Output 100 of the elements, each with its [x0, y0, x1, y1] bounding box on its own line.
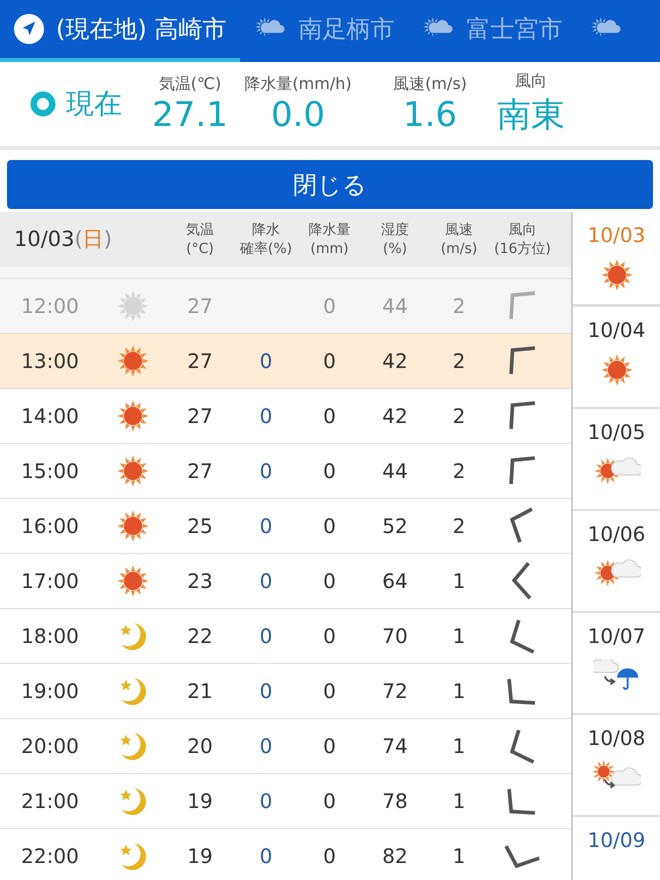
humidity-cell-text: 42: [381, 404, 409, 428]
temperature-cell-text: 20: [186, 734, 214, 758]
hour-row[interactable]: 22:00 19 0 0 82 1: [0, 829, 571, 880]
sun-icon: [116, 399, 150, 433]
precipitation-cell-text: 0: [322, 404, 337, 428]
location-icon: [14, 14, 44, 44]
column-header: 降水 確率(%): [238, 221, 294, 258]
sun-cloud-icon: [592, 455, 640, 487]
temperature-cell-text: 27: [186, 294, 214, 318]
humidity-cell-text: 44: [381, 294, 409, 318]
precipitation-cell-text: 0: [322, 294, 337, 318]
time-cell-text: 17:00: [20, 569, 80, 593]
probability-cell: 0: [260, 514, 272, 538]
wind-speed-cell-text: 1: [452, 679, 466, 703]
humidity-cell-text: 64: [381, 569, 409, 593]
probability-cell: 0: [260, 789, 272, 813]
sun-icon: [116, 344, 150, 378]
probability-cell: 0: [260, 679, 272, 703]
humidity-cell-text: 72: [381, 679, 409, 703]
precipitation-cell-text: 0: [322, 349, 337, 373]
probability-cell: 0: [260, 459, 272, 483]
wind-speed-cell-text: 1: [452, 734, 466, 758]
hour-row[interactable]: 14:00 27 0 0 42 2: [0, 389, 571, 444]
temperature-cell-text: 22: [186, 624, 214, 648]
temperature-cell-text: 21: [186, 679, 214, 703]
hour-row[interactable]: 20:00 20 0 0 74 1: [0, 719, 571, 774]
sun-icon: [116, 289, 150, 323]
time-cell-text: 20:00: [20, 734, 80, 758]
time-cell-text: 14:00: [20, 404, 80, 428]
temperature-cell-text: 27: [186, 459, 214, 483]
precipitation-cell-text: 0: [322, 624, 337, 648]
wind-speed-cell-text: 2: [452, 514, 466, 538]
precipitation-cell-text: 0: [322, 789, 337, 813]
stat-value: 南東: [497, 94, 565, 136]
wind-speed-cell-text: 1: [452, 624, 466, 648]
probability-cell: 0: [260, 569, 272, 593]
time-cell-text: 19:00: [20, 679, 80, 703]
day-card[interactable]: 10/05: [573, 409, 660, 511]
sun-icon: [600, 258, 634, 292]
hour-row[interactable]: 17:00 23 0 0 64 1: [0, 554, 571, 609]
temperature-cell-text: 19: [186, 789, 214, 813]
day-card[interactable]: 10/04: [573, 307, 660, 409]
day-card[interactable]: 10/09: [573, 817, 660, 880]
temperature-cell-text: 19: [186, 844, 214, 868]
time-cell-text: 16:00: [20, 514, 80, 538]
hour-row[interactable]: 18:00 22 0 0 70 1: [0, 609, 571, 664]
column-header: 風向 (16方位): [493, 221, 552, 258]
stat-label: 降水量(mm/h): [244, 74, 352, 94]
precipitation-cell-text: 0: [322, 844, 337, 868]
probability-cell: 0: [260, 734, 272, 758]
time-cell-text: 18:00: [20, 624, 80, 648]
stat-value: 1.6: [402, 94, 458, 134]
sun-icon: [116, 509, 150, 543]
current-marker-icon: [30, 91, 56, 117]
probability-cell: 0: [260, 349, 272, 373]
wind-speed-cell-text: 2: [452, 459, 466, 483]
stat-label: 風向: [515, 70, 547, 92]
date-heading: 10/03(日): [14, 226, 112, 253]
wind-speed-cell-text: 2: [452, 404, 466, 428]
current-label: 現在: [66, 86, 122, 122]
probability-cell: 0: [260, 624, 272, 648]
stat-value: 0.0: [270, 94, 326, 134]
hour-row[interactable]: 13:00 27 0 0 42 2: [0, 334, 571, 389]
temperature-cell-text: 27: [186, 349, 214, 373]
humidity-cell-text: 78: [381, 789, 409, 813]
city-tab[interactable]: (現在地) 高崎市: [0, 0, 240, 62]
time-cell-text: 15:00: [20, 459, 80, 483]
wind-speed-cell-text: 2: [452, 294, 466, 318]
sun-icon: [600, 353, 634, 387]
precipitation-cell-text: 0: [322, 459, 337, 483]
humidity-cell-text: 52: [381, 514, 409, 538]
day-card[interactable]: 10/07: [573, 613, 660, 715]
precipitation-cell-text: 0: [322, 569, 337, 593]
cloud-umbrella-icon: [592, 659, 640, 691]
stat-label: 気温(℃): [158, 74, 222, 94]
temperature-cell-text: 25: [186, 514, 214, 538]
wind-speed-cell-text: 2: [452, 349, 466, 373]
sun-icon: [116, 564, 150, 598]
humidity-cell-text: 82: [381, 844, 409, 868]
hour-row[interactable]: 15:00 27 0 0 44 2: [0, 444, 571, 499]
column-header: 湿度 (%): [380, 221, 410, 258]
hour-row[interactable]: 16:00 25 0 0 52 2: [0, 499, 571, 554]
time-cell-text: 22:00: [20, 844, 80, 868]
day-card[interactable]: 10/08: [573, 715, 660, 817]
hour-row[interactable]: 21:00 19 0 0 78 1: [0, 774, 571, 829]
day-card[interactable]: 10/06: [573, 511, 660, 613]
temperature-cell-text: 27: [186, 404, 214, 428]
sun-cloud-icon: [592, 557, 640, 589]
close-button[interactable]: 閉じる: [7, 160, 653, 209]
wind-speed-cell-text: 1: [452, 789, 466, 813]
probability-cell: 0: [260, 404, 272, 428]
stat-label: 風速(m/s): [393, 74, 467, 94]
stat-value: 27.1: [152, 94, 228, 134]
time-cell-text: 21:00: [20, 789, 80, 813]
column-header: 風速 (m/s): [440, 221, 478, 258]
column-header: 降水量 (mm): [308, 221, 352, 258]
humidity-cell-text: 74: [381, 734, 409, 758]
humidity-cell-text: 44: [381, 459, 409, 483]
precipitation-cell-text: 0: [322, 679, 337, 703]
hour-row[interactable]: 19:00 21 0 0 72 1: [0, 664, 571, 719]
